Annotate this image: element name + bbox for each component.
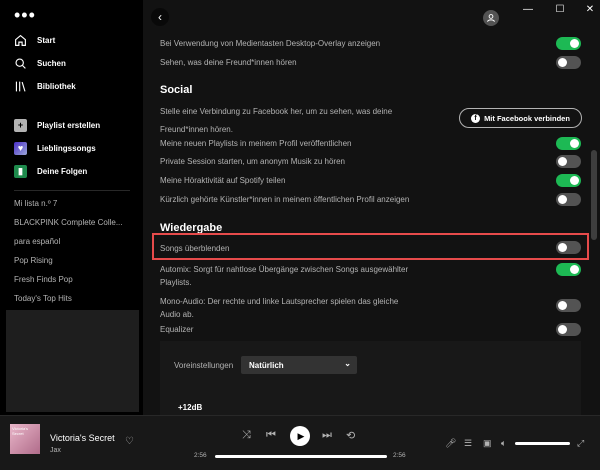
presets-label: Voreinstellungen <box>174 361 234 370</box>
plus-icon: + <box>14 118 27 132</box>
lib-label: Playlist erstellen <box>37 120 101 130</box>
toggle-share-activity[interactable] <box>556 174 581 187</box>
scrollbar[interactable] <box>591 150 597 240</box>
microphone-icon[interactable]: 🎤︎ <box>445 438 456 449</box>
heart-icon: ♥ <box>14 141 27 155</box>
eq-db-label: +12dB <box>178 403 203 412</box>
toggle-friends-listening[interactable] <box>556 56 581 69</box>
section-title-social: Social <box>160 84 193 96</box>
setting-new-playlists: Meine neuen Playlists in meinem Profil v… <box>160 139 352 148</box>
volume-icon[interactable]: 🔈︎ <box>501 438 506 449</box>
playlist-item[interactable]: Fresh Finds Pop <box>14 275 134 284</box>
minimize-icon[interactable]: — <box>522 4 534 15</box>
fullscreen-icon[interactable]: ⤢ <box>577 438 584 449</box>
queue-icon[interactable]: ☰ <box>464 438 472 449</box>
track-title[interactable]: Victoria's Secret <box>50 433 115 443</box>
close-icon[interactable]: ✕ <box>584 4 596 15</box>
facebook-button-label: Mit Facebook verbinden <box>484 113 570 123</box>
playlist-item[interactable]: para español <box>14 237 134 246</box>
automix-line: Automix: Sorgt für nahtlose Übergänge zw… <box>160 265 409 274</box>
time-elapsed: 2:56 <box>194 452 207 459</box>
album-cover[interactable]: Victoria's Secret <box>10 424 40 454</box>
next-icon[interactable]: ⏭ <box>322 429 332 442</box>
facebook-description: Stelle eine Verbindung zu Facebook her, … <box>160 105 392 136</box>
player-bar: Victoria's Secret Victoria's Secret Jax … <box>0 415 600 470</box>
track-artist[interactable]: Jax <box>50 447 61 454</box>
nav-item-home[interactable]: Start <box>14 31 55 49</box>
volume-slider[interactable] <box>515 442 570 445</box>
nav-label: Start <box>37 35 56 45</box>
presets-value: Natürlich <box>249 360 284 370</box>
sidebar-divider <box>14 190 130 191</box>
facebook-text-line: Freund*innen hören. <box>160 125 233 134</box>
nav-label: Suchen <box>37 58 66 68</box>
toggle-recent-artists[interactable] <box>556 193 581 206</box>
playlist-item[interactable]: Mi lista n.º 7 <box>14 199 134 208</box>
home-icon <box>15 34 26 46</box>
nav-label: Bibliothek <box>37 81 76 91</box>
top-bar: ‹ — ☐ ✕ <box>143 0 600 34</box>
facebook-text-line: Stelle eine Verbindung zu Facebook her, … <box>160 107 393 116</box>
setting-private-session: Private Session starten, um anonym Musik… <box>160 157 345 166</box>
setting-friends-listening: Sehen, was deine Freund*innen hören <box>160 58 297 67</box>
lib-label: Lieblingssongs <box>37 143 96 153</box>
setting-crossfade: Songs überblenden <box>160 244 230 253</box>
presets-dropdown[interactable]: Natürlich ⌄ <box>241 356 357 374</box>
mono-line: Audio ab. <box>160 310 194 319</box>
setting-mono-audio: Mono-Audio: Der rechte und linke Lautspr… <box>160 295 398 321</box>
devices-icon[interactable]: ▣ <box>483 438 492 449</box>
automix-line: Playlists. <box>160 278 192 287</box>
back-button[interactable]: ‹ <box>151 8 169 26</box>
cover-text: Victoria's Secret <box>12 426 29 436</box>
nav-item-library[interactable]: Bibliothek <box>14 77 76 95</box>
liked-songs-link[interactable]: ♥ Lieblingssongs <box>14 140 96 156</box>
connect-facebook-button[interactable]: f Mit Facebook verbinden <box>459 108 582 128</box>
user-icon <box>487 14 495 22</box>
lib-label: Deine Folgen <box>37 166 88 176</box>
heart-icon[interactable]: ♡ <box>125 436 134 447</box>
bookmark-icon: ▮ <box>14 164 27 178</box>
toggle-media-overlay[interactable] <box>556 37 581 50</box>
toggle-new-playlists[interactable] <box>556 137 581 150</box>
playlist-item[interactable]: BLACKPINK Complete Colle... <box>14 218 134 227</box>
menu-dots-icon[interactable]: ••• <box>14 6 36 24</box>
playlist-item[interactable]: Today's Top Hits <box>14 294 134 303</box>
library-icon <box>15 81 26 92</box>
playlist-item[interactable]: Pop Rising <box>14 256 134 265</box>
setting-media-overlay: Bei Verwendung von Medientasten Desktop-… <box>160 39 381 48</box>
your-episodes-link[interactable]: ▮ Deine Folgen <box>14 163 87 179</box>
toggle-automix[interactable] <box>556 263 581 276</box>
setting-recent-artists: Kürzlich gehörte Künstler*innen in meine… <box>160 195 410 204</box>
chevron-down-icon: ⌄ <box>344 359 351 368</box>
toggle-private-session[interactable] <box>556 155 581 168</box>
maximize-icon[interactable]: ☐ <box>554 4 566 15</box>
search-icon <box>15 57 26 69</box>
facebook-icon: f <box>471 113 481 123</box>
setting-equalizer: Equalizer <box>160 325 194 334</box>
mono-line: Mono-Audio: Der rechte und linke Lautspr… <box>160 297 399 306</box>
user-avatar-button[interactable] <box>483 10 499 26</box>
setting-automix: Automix: Sorgt für nahtlose Übergänge zw… <box>160 263 408 289</box>
equalizer-panel: Voreinstellungen Natürlich ⌄ +12dB <box>160 341 581 415</box>
nav-item-search[interactable]: Suchen <box>14 54 66 72</box>
setting-share-activity: Meine Höraktivität auf Spotify teilen <box>160 176 286 185</box>
repeat-icon[interactable]: ⟲ <box>346 429 355 442</box>
time-total: 2:56 <box>393 452 406 459</box>
play-button[interactable]: ▶ <box>290 426 310 446</box>
toggle-crossfade[interactable] <box>556 241 581 254</box>
toggle-equalizer[interactable] <box>556 323 581 336</box>
shuffle-icon[interactable]: ⤨ <box>242 429 251 442</box>
play-icon: ▶ <box>297 430 305 441</box>
sidebar: ••• Start Suchen Bibliothek + Playlist e… <box>0 0 143 415</box>
cover-art-placeholder <box>6 310 139 412</box>
previous-icon[interactable]: ⏮ <box>266 429 276 442</box>
chevron-left-icon: ‹ <box>158 10 162 24</box>
settings-main: ‹ — ☐ ✕ Bei Verwendung von Medientasten … <box>143 0 600 415</box>
toggle-mono-audio[interactable] <box>556 299 581 312</box>
progress-bar[interactable] <box>215 455 387 458</box>
create-playlist-button[interactable]: + Playlist erstellen <box>14 117 100 133</box>
